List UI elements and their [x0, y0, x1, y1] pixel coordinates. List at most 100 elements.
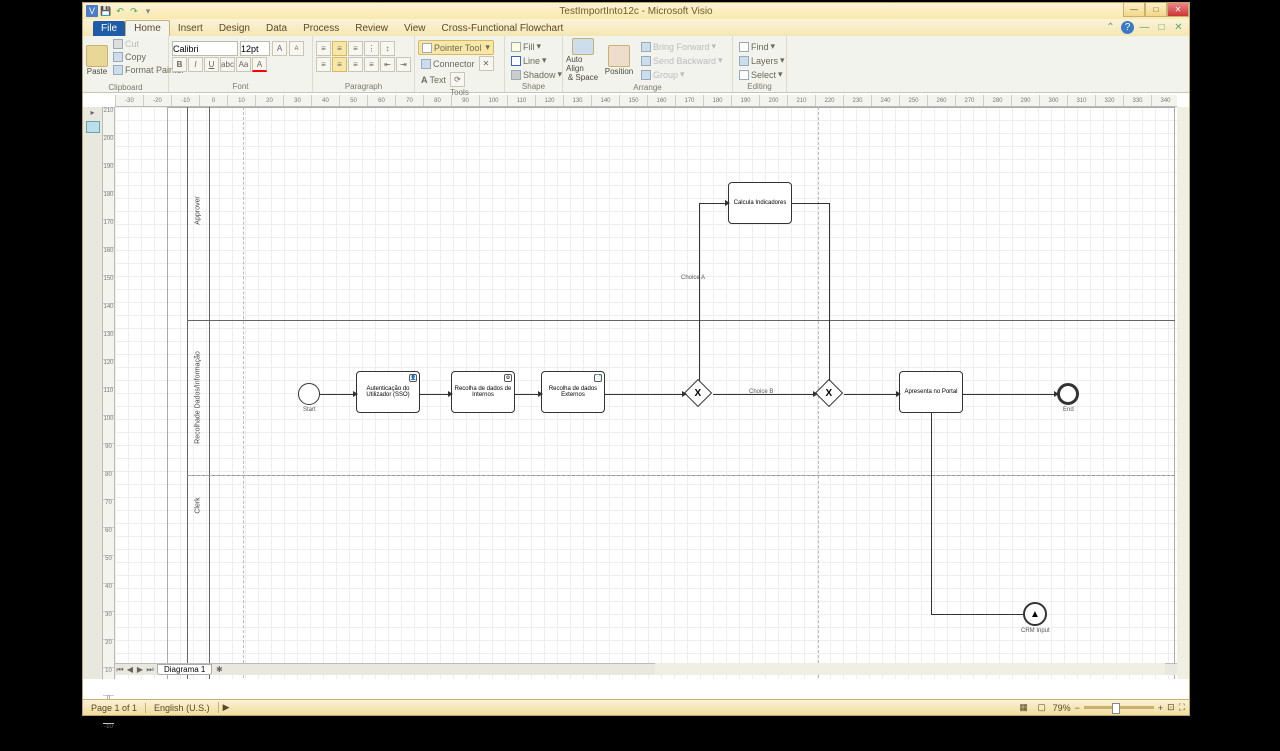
connector[interactable] [931, 614, 1023, 615]
connector[interactable] [320, 394, 356, 395]
tab-view[interactable]: View [396, 21, 434, 36]
minimize-button[interactable]: — [1123, 3, 1145, 17]
sheet-tab-diagrama1[interactable]: Diagrama 1 [157, 664, 212, 675]
bpmn-task-internos[interactable]: Recolha de dados de Internos⚙ [451, 371, 515, 413]
drawing-canvas[interactable]: Approver Recolhade Dados/Informação Cler… [115, 107, 1177, 679]
zoom-level[interactable]: 79% [1053, 703, 1071, 713]
view-normal-icon[interactable]: ▦ [1017, 702, 1031, 713]
sheet-nav-next[interactable]: ▶ [135, 665, 145, 674]
macro-icon[interactable]: ▶ [218, 702, 234, 713]
tab-cross-functional[interactable]: Cross-Functional Flowchart [434, 21, 572, 36]
underline-button[interactable]: U [204, 57, 219, 72]
save-icon[interactable]: 💾 [100, 5, 112, 17]
italic-button[interactable]: I [188, 57, 203, 72]
close-button[interactable]: ✕ [1167, 3, 1189, 17]
sheet-add-icon[interactable]: ✱ [214, 665, 224, 674]
language-indicator[interactable]: English (U.S.) [145, 703, 218, 713]
tab-insert[interactable]: Insert [170, 21, 211, 36]
tab-process[interactable]: Process [295, 21, 347, 36]
fit-page-icon[interactable]: ⊡ [1167, 702, 1175, 713]
undo-icon[interactable]: ↶ [114, 5, 126, 17]
zoom-slider[interactable] [1084, 706, 1154, 709]
strike-button[interactable]: abc [220, 57, 235, 72]
tab-design[interactable]: Design [211, 21, 258, 36]
scrollbar-horizontal[interactable] [655, 663, 1165, 675]
zoom-out-button[interactable]: − [1075, 703, 1080, 713]
tab-data[interactable]: Data [258, 21, 295, 36]
tab-file[interactable]: File [93, 21, 125, 36]
connector[interactable] [931, 413, 932, 614]
align-middle-button[interactable]: ≡ [332, 41, 347, 56]
bpmn-task-auth[interactable]: Autenticação do Utilizador (SSO)👤 [356, 371, 420, 413]
sheet-nav-prev[interactable]: ◀ [125, 665, 135, 674]
zoom-in-button[interactable]: + [1158, 703, 1163, 713]
maximize-button[interactable]: □ [1145, 3, 1167, 17]
help-icon[interactable]: ? [1121, 21, 1134, 34]
bpmn-message-event[interactable]: ▲ [1023, 602, 1047, 626]
find-button[interactable]: Find ▾ [736, 40, 778, 53]
connector-x-button[interactable]: ✕ [479, 56, 494, 71]
font-size-input[interactable] [240, 41, 270, 56]
doc-max-icon[interactable]: □ [1155, 21, 1168, 34]
qat-dropdown-icon[interactable]: ▾ [142, 5, 154, 17]
tab-review[interactable]: Review [347, 21, 396, 36]
shapes-panel-collapsed[interactable]: ▸ [83, 107, 103, 679]
shapes-icon[interactable] [86, 121, 100, 133]
full-screen-icon[interactable]: ⛶ [1179, 702, 1185, 713]
align-justify-button[interactable]: ≡ [364, 57, 379, 72]
align-left-button[interactable]: ≡ [316, 57, 331, 72]
bullets-button[interactable]: ⋮ [364, 41, 379, 56]
fill-button[interactable]: Fill ▾ [508, 40, 544, 53]
font-grow-button[interactable]: A [272, 41, 287, 56]
connector[interactable] [792, 203, 829, 204]
connector[interactable] [699, 203, 728, 204]
bpmn-task-apresenta[interactable]: Apresenta no Portal [899, 371, 963, 413]
layers-button[interactable]: Layers ▾ [736, 54, 788, 67]
shadow-button[interactable]: Shadow ▾ [508, 68, 565, 81]
send-backward-button[interactable]: Send Backward ▾ [638, 54, 726, 67]
bpmn-task-calcula[interactable]: Calcula Indicadores [728, 182, 792, 224]
ribbon-minimize-icon[interactable]: ⌃ [1104, 21, 1117, 34]
indent-inc-button[interactable]: ⇥ [396, 57, 411, 72]
connector[interactable] [844, 394, 899, 395]
connector[interactable] [713, 394, 816, 395]
group-button[interactable]: Group ▾ [638, 68, 726, 81]
align-center-button[interactable]: ≡ [332, 57, 347, 72]
align-bottom-button[interactable]: ≡ [348, 41, 363, 56]
connector[interactable] [420, 394, 451, 395]
case-button[interactable]: Aa [236, 57, 251, 72]
pointer-tool-button[interactable]: Pointer Tool▾ [418, 40, 494, 55]
sheet-nav-last[interactable]: ⏭ [145, 665, 155, 675]
orientation-button[interactable]: ↕ [380, 41, 395, 56]
indent-dec-button[interactable]: ⇤ [380, 57, 395, 72]
line-button[interactable]: Line ▾ [508, 54, 550, 67]
align-top-button[interactable]: ≡ [316, 41, 331, 56]
font-shrink-button[interactable]: A [289, 41, 304, 56]
sheet-nav-first[interactable]: ⏮ [115, 665, 125, 675]
scrollbar-vertical[interactable] [1177, 107, 1189, 679]
text-rotate-button[interactable]: ⟳ [450, 72, 465, 87]
connector-tool-button[interactable]: Connector [418, 58, 478, 70]
doc-close-icon[interactable]: ✕ [1172, 21, 1185, 34]
select-button[interactable]: Select ▾ [736, 68, 786, 81]
view-full-icon[interactable]: ▢ [1035, 702, 1049, 713]
bring-forward-button[interactable]: Bring Forward ▾ [638, 40, 726, 53]
position-button[interactable]: Position [602, 38, 636, 82]
font-color-button[interactable]: A [252, 57, 267, 72]
auto-align-button[interactable]: Auto Align& Space [566, 38, 600, 82]
font-name-input[interactable] [172, 41, 238, 56]
doc-min-icon[interactable]: — [1138, 21, 1151, 34]
panel-expand-icon[interactable]: ▸ [87, 108, 99, 118]
connector[interactable] [605, 394, 685, 395]
bpmn-end-event[interactable] [1057, 383, 1079, 405]
bpmn-task-externos[interactable]: Recolha de dados Externos📄 [541, 371, 605, 413]
tab-home[interactable]: Home [125, 20, 170, 36]
bpmn-start-event[interactable] [298, 383, 320, 405]
connector[interactable] [963, 394, 1057, 395]
bold-button[interactable]: B [172, 57, 187, 72]
connector[interactable] [829, 203, 830, 381]
text-tool-button[interactable]: A Text [418, 74, 449, 86]
connector[interactable] [699, 203, 700, 381]
align-right-button[interactable]: ≡ [348, 57, 363, 72]
redo-icon[interactable]: ↷ [128, 5, 140, 17]
